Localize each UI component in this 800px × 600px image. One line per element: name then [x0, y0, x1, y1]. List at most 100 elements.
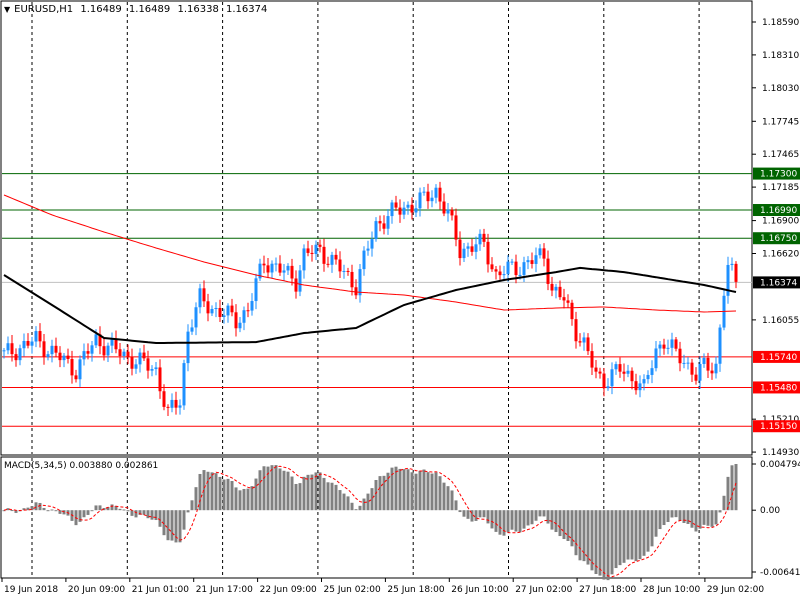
macd-histogram-bar	[194, 487, 198, 511]
candle-body	[442, 201, 446, 214]
candle-body	[654, 348, 658, 369]
high-value: 1.16489	[128, 4, 171, 15]
candle-body	[546, 258, 550, 284]
candle-body	[362, 250, 366, 270]
candle-body	[706, 357, 710, 371]
macd-histogram-bar	[362, 498, 366, 511]
candle-body	[250, 301, 254, 311]
macd-histogram-bar	[650, 510, 654, 547]
candle-body	[330, 254, 334, 265]
candle-body	[702, 357, 706, 364]
candle-body	[470, 246, 474, 252]
macd-histogram-bar	[378, 476, 382, 511]
candle-body	[610, 369, 614, 387]
chart-canvas[interactable]: 1.18590 1.18310 1.18030 1.17745 1.17465 1.171…	[0, 0, 800, 600]
macd-histogram-bar	[334, 484, 338, 511]
price-tick-label: 1.16055	[762, 316, 799, 326]
candle-body	[378, 221, 382, 224]
candle-body	[50, 345, 54, 355]
candle-body	[374, 221, 378, 240]
candle-body	[346, 270, 350, 272]
macd-histogram-bar	[134, 510, 138, 518]
chart-window[interactable]: 1.18590 1.18310 1.18030 1.17745 1.17465 1.171…	[0, 0, 800, 600]
candle-body	[730, 263, 734, 265]
level-label: 1.17300	[760, 170, 797, 180]
macd-histogram-bar	[706, 510, 710, 526]
macd-histogram-bar	[186, 510, 190, 513]
macd-histogram-bar	[418, 470, 422, 511]
macd-histogram-bar	[682, 510, 686, 523]
macd-histogram-bar	[94, 505, 98, 511]
candle-body	[482, 233, 486, 242]
candle-body	[82, 351, 86, 360]
candle-body	[422, 191, 426, 193]
candle-body	[230, 305, 234, 313]
level-label: 1.16374	[760, 278, 797, 288]
price-tick-label: 1.16620	[762, 249, 799, 259]
macd-histogram-bar	[54, 510, 58, 512]
candle-body	[190, 327, 194, 332]
macd-histogram-bar	[374, 479, 378, 511]
macd-signal-line	[3, 465, 737, 578]
candle-body	[62, 355, 66, 361]
candle-body	[42, 341, 46, 358]
candle-body	[186, 331, 190, 364]
macd-signal-value: 0.002861	[115, 461, 159, 471]
macd-histogram-bar	[710, 510, 714, 527]
candle-body	[238, 322, 242, 329]
candle-body	[494, 269, 498, 272]
candle-body	[182, 363, 186, 406]
candle-body	[542, 248, 546, 259]
macd-histogram-bar	[574, 510, 578, 556]
macd-histogram-bar	[634, 510, 638, 562]
candle-body	[474, 244, 478, 252]
macd-histogram-bar	[514, 510, 518, 532]
time-label: 27 Jun 18:00	[579, 585, 636, 595]
candle-body	[142, 352, 146, 359]
macd-label: MACD(5,34,5) 0.003880 0.002861	[4, 461, 158, 471]
candle-body	[58, 352, 62, 361]
macd-histogram-bar	[482, 510, 486, 518]
macd-histogram-bar	[354, 509, 358, 511]
macd-histogram-bar	[450, 490, 454, 511]
candle-body	[18, 348, 22, 361]
candle-body	[594, 367, 598, 372]
dropdown-triangle-icon[interactable]: ▼	[4, 5, 10, 14]
price-tick-label: 1.18310	[762, 51, 799, 61]
candle-body	[458, 239, 462, 259]
macd-histogram-bar	[598, 510, 602, 576]
macd-histogram-bar	[230, 480, 234, 511]
candle-body	[14, 354, 18, 361]
macd-histogram-bar	[34, 502, 38, 511]
macd-histogram-bar	[594, 510, 598, 574]
macd-histogram-bar	[654, 510, 658, 537]
candle-body	[462, 248, 466, 259]
macd-histogram-bar	[510, 510, 514, 530]
candle-body	[162, 391, 166, 407]
macd-histogram-bar	[154, 510, 158, 521]
candle-body	[718, 327, 722, 364]
candle-body	[38, 331, 42, 342]
macd-histogram-bar	[366, 493, 370, 511]
candle-body	[222, 315, 226, 317]
macd-histogram-bar	[286, 471, 290, 511]
price-tick-label: 1.14930	[762, 448, 799, 458]
candle-body	[118, 349, 122, 357]
candle-body	[178, 405, 182, 408]
macd-histogram-bar	[342, 493, 346, 511]
chart-title: ▼ EURUSD,H1 1.16489 1.16489 1.16338 1.163…	[4, 4, 271, 15]
candle-body	[410, 204, 414, 213]
macd-histogram-bar	[494, 510, 498, 532]
macd-histogram-bar	[558, 510, 562, 537]
candle-body	[642, 379, 646, 384]
macd-histogram-bar	[606, 510, 610, 581]
candle-body	[138, 352, 142, 365]
candle-body	[426, 191, 430, 202]
macd-histogram-bar	[262, 466, 266, 511]
candle-body	[690, 362, 694, 375]
candle-body	[310, 252, 314, 254]
moving-average-fast	[3, 194, 737, 313]
macd-histogram-bar	[98, 505, 102, 511]
macd-histogram-bar	[686, 510, 690, 524]
candle-body	[734, 263, 738, 282]
